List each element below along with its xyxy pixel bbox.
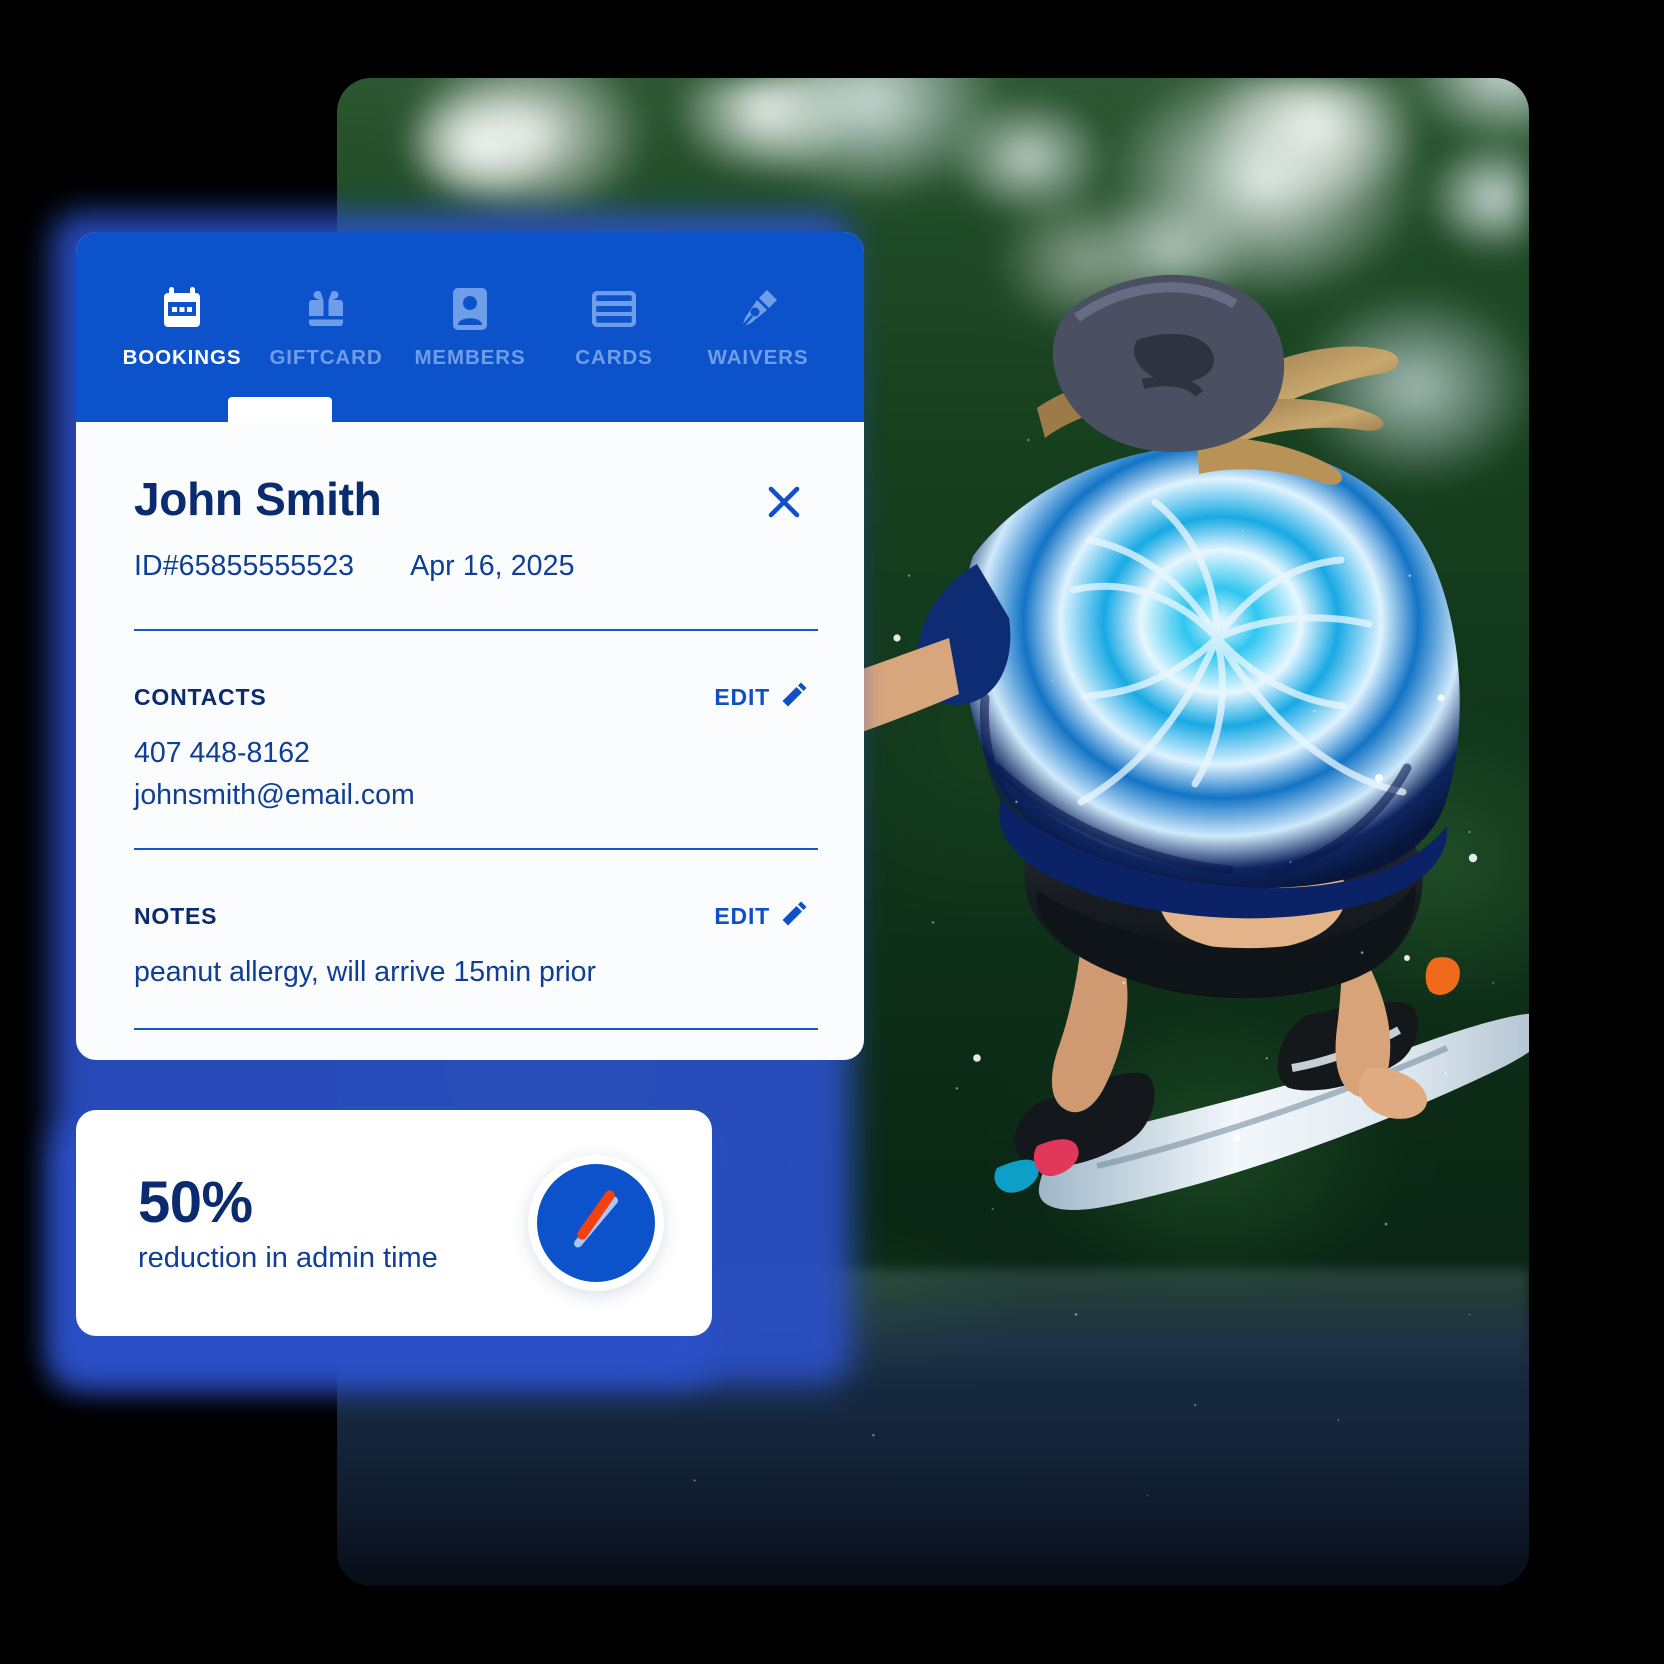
divider-middle <box>134 848 818 851</box>
booking-id: ID#65855555523 <box>134 550 355 582</box>
contacts-label: CONTACTS <box>134 683 267 710</box>
notes-header: NOTES EDIT <box>134 900 818 932</box>
tab-label-bookings: BOOKINGS <box>122 346 242 369</box>
stat-value: 50% <box>138 1169 253 1235</box>
stat-text-group: 50% reduction in admin time <box>138 1169 438 1274</box>
tab-list: BOOKINGS GIFTCARD MEMBERS CARDS WAIVERS <box>76 232 864 370</box>
booking-card-content: John Smith ID#65855555523 Apr 16, 2025 C… <box>76 476 864 1030</box>
booking-detail-card: BOOKINGS GIFTCARD MEMBERS CARDS WAIVERS … <box>76 232 864 1060</box>
tab-members[interactable]: MEMBERS <box>398 286 542 370</box>
booking-meta-row: ID#65855555523 Apr 16, 2025 <box>134 550 818 583</box>
clock-icon <box>528 1155 664 1291</box>
tab-label-cards: CARDS <box>575 346 653 369</box>
clock-face <box>537 1164 655 1282</box>
tab-label-members: MEMBERS <box>414 346 526 369</box>
divider-bottom <box>134 1027 818 1030</box>
edit-notes-label: EDIT <box>714 902 770 929</box>
tab-bookings[interactable]: BOOKINGS <box>110 286 254 370</box>
notes-text: peanut allergy, will arrive 15min prior <box>134 956 596 989</box>
close-icon[interactable] <box>762 480 806 524</box>
booking-card-body: John Smith ID#65855555523 Apr 16, 2025 C… <box>76 422 864 1060</box>
credit-card-icon <box>591 286 637 332</box>
contacts-header: CONTACTS EDIT <box>134 681 818 713</box>
contacts-section: CONTACTS EDIT 407 448-8162 johnsmith@ema… <box>134 681 818 816</box>
tab-label-giftcard: GIFTCARD <box>269 346 383 369</box>
stat-caption: reduction in admin time <box>138 1241 438 1274</box>
pencil-icon <box>782 681 808 713</box>
pen-nib-icon <box>735 286 781 332</box>
booking-date: Apr 16, 2025 <box>410 550 575 582</box>
notes-section: NOTES EDIT peanut allergy, will arrive 1… <box>134 900 818 994</box>
active-tab-indicator <box>228 397 332 423</box>
calendar-icon <box>159 286 205 332</box>
contacts-values: 407 448-8162 johnsmith@email.com <box>134 733 818 816</box>
divider-top <box>134 629 818 631</box>
edit-contacts-label: EDIT <box>714 683 770 710</box>
customer-name: John Smith <box>134 473 382 525</box>
notes-values: peanut allergy, will arrive 15min prior <box>134 952 818 994</box>
contact-phone: 407 448-8162 <box>134 737 310 769</box>
app-tabbar: BOOKINGS GIFTCARD MEMBERS CARDS WAIVERS <box>76 232 864 423</box>
edit-notes-button[interactable]: EDIT <box>714 900 808 932</box>
contact-email: johnsmith@email.com <box>134 778 415 811</box>
clock-hour-hand <box>575 1188 617 1242</box>
stat-card: 50% reduction in admin time <box>76 1110 712 1336</box>
notes-label: NOTES <box>134 902 218 929</box>
screenshot-stage: BOOKINGS GIFTCARD MEMBERS CARDS WAIVERS … <box>0 0 1664 1664</box>
tab-giftcard[interactable]: GIFTCARD <box>254 286 398 370</box>
customer-header-row: John Smith <box>134 476 818 524</box>
tab-waivers[interactable]: WAIVERS <box>686 286 830 370</box>
gift-icon <box>303 286 349 332</box>
pencil-icon <box>782 900 808 932</box>
tab-cards[interactable]: CARDS <box>542 286 686 370</box>
id-badge-icon <box>447 286 493 332</box>
tab-label-waivers: WAIVERS <box>707 346 809 369</box>
edit-contacts-button[interactable]: EDIT <box>714 681 808 713</box>
